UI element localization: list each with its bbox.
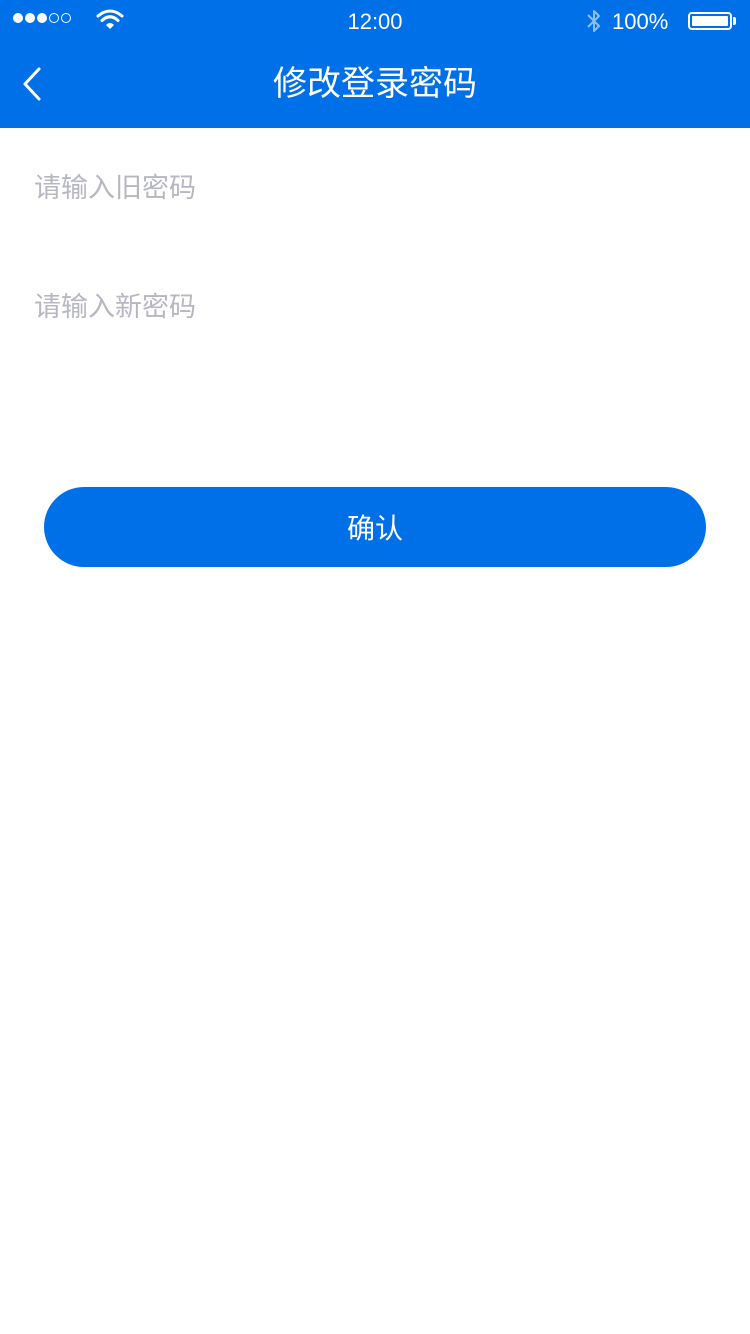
page-title: 修改登录密码 xyxy=(273,64,477,104)
new-password-input[interactable] xyxy=(34,277,716,337)
confirm-button[interactable]: 确认 xyxy=(44,487,706,567)
bluetooth-icon xyxy=(587,10,600,32)
battery-fill xyxy=(692,16,728,26)
status-bar: 12:00 100% xyxy=(0,0,750,40)
old-password-input[interactable] xyxy=(34,158,716,218)
change-password-screen: 12:00 100% 修改登录密码 确认 xyxy=(0,0,750,1334)
battery-icon xyxy=(688,12,732,30)
battery-percent: 100% xyxy=(612,9,669,34)
header: 12:00 100% 修改登录密码 xyxy=(0,0,750,128)
battery-tip xyxy=(733,17,736,25)
